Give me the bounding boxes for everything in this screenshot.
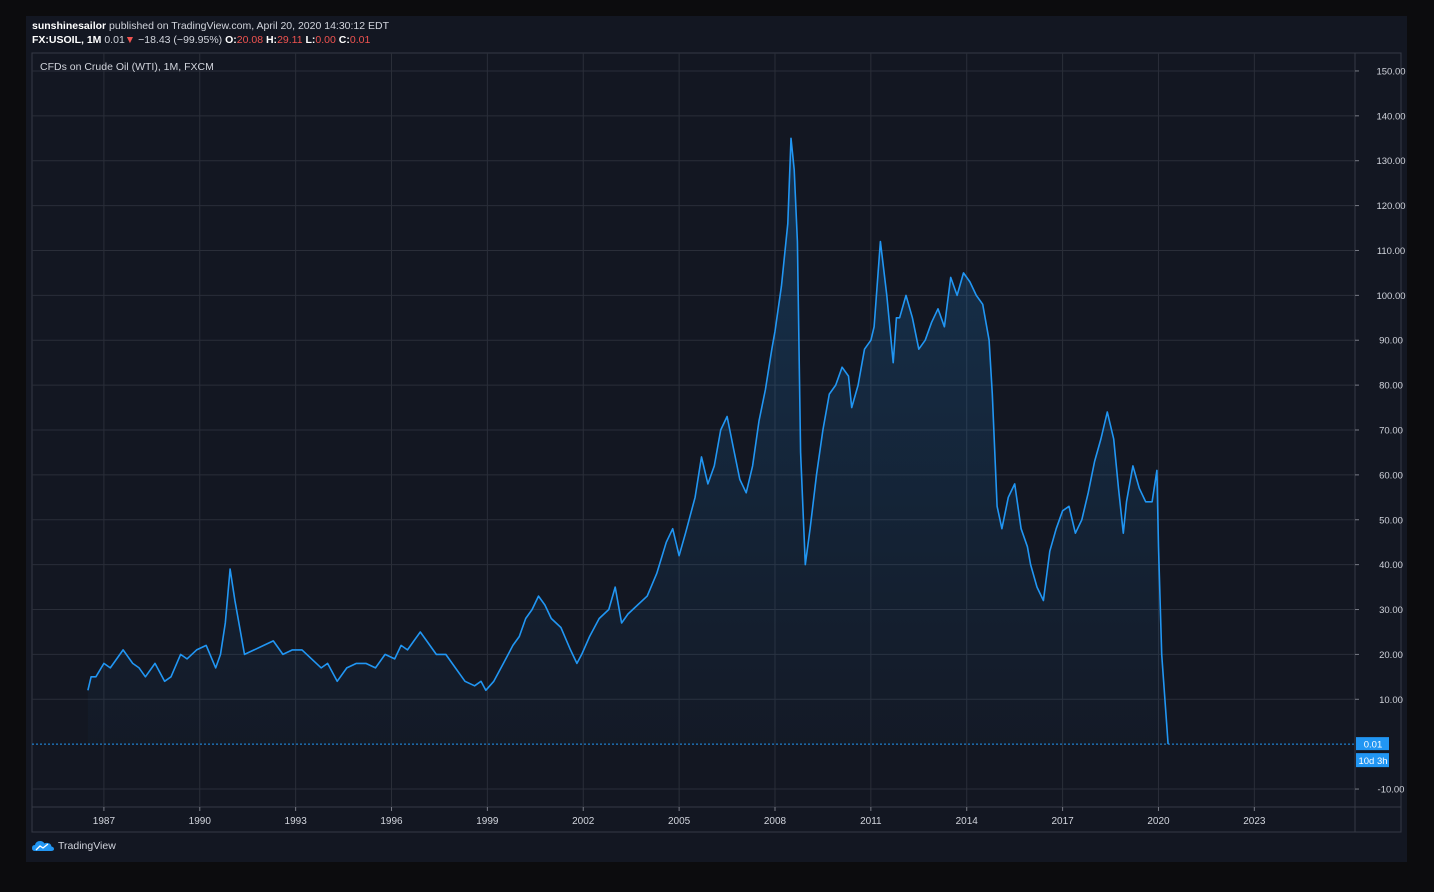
y-tick-label: 110.00 (1377, 246, 1405, 257)
x-tick-label: 2002 (572, 816, 595, 827)
legend-title: CFDs on Crude Oil (WTI), 1M, FXCM (40, 61, 214, 73)
y-tick-label: 120.00 (1376, 201, 1405, 212)
y-tick-label: 30.00 (1379, 605, 1403, 616)
x-tick-label: 2023 (1243, 816, 1266, 827)
x-tick-label: 1996 (380, 816, 403, 827)
tradingview-logo[interactable]: TradingView (32, 840, 116, 852)
x-tick-label: 2011 (860, 816, 882, 827)
area-fill (87, 138, 1169, 745)
y-tick-label: 20.00 (1379, 650, 1403, 661)
price-badge: 0.01 10d 3h (1356, 737, 1389, 768)
x-tick-label: 2008 (764, 816, 787, 827)
y-tick-label: 140.00 (1376, 111, 1405, 122)
x-tick-label: 1990 (189, 816, 212, 827)
x-tick-label: 1993 (285, 816, 308, 827)
y-tick-label: -10.00 (1378, 785, 1405, 796)
x-tick-label: 2017 (1051, 816, 1074, 827)
y-tick-label: 130.00 (1376, 156, 1405, 167)
y-tick-label: 10.00 (1379, 695, 1403, 706)
cloud-logo-icon (32, 841, 54, 851)
y-tick-label: 60.00 (1379, 470, 1403, 481)
x-tick-label: 1999 (476, 816, 499, 827)
x-tick-label: 2020 (1147, 816, 1170, 827)
y-tick-label: 80.00 (1379, 381, 1403, 392)
series-area (87, 138, 1169, 745)
price-chart[interactable]: 150.00 140.00 130.00 120.00 110.00 100.00 90.0… (26, 16, 1407, 862)
x-tick-label: 2005 (668, 816, 691, 827)
y-axis-ticks[interactable]: 150.00 140.00 130.00 120.00 110.00 100.00 90.0… (1355, 66, 1406, 796)
y-tick-label: 40.00 (1379, 560, 1403, 571)
y-tick-label: 70.00 (1379, 426, 1403, 437)
price-badge-value: 0.01 (1364, 740, 1383, 751)
brand-name: TradingView (58, 840, 116, 852)
countdown-badge-value: 10d 3h (1358, 756, 1387, 767)
x-tick-label: 1987 (93, 816, 116, 827)
y-tick-label: 90.00 (1379, 336, 1403, 347)
y-tick-label: 100.00 (1376, 291, 1405, 302)
chart-frame: sunshinesailor published on TradingView.… (26, 16, 1407, 862)
y-tick-label: 150.00 (1376, 66, 1405, 77)
x-axis-ticks[interactable]: 1987 1990 1993 1996 1999 2002 2005 2008 2011 2014… (93, 807, 1266, 827)
x-tick-label: 2014 (956, 816, 979, 827)
y-tick-label: 50.00 (1379, 515, 1403, 526)
